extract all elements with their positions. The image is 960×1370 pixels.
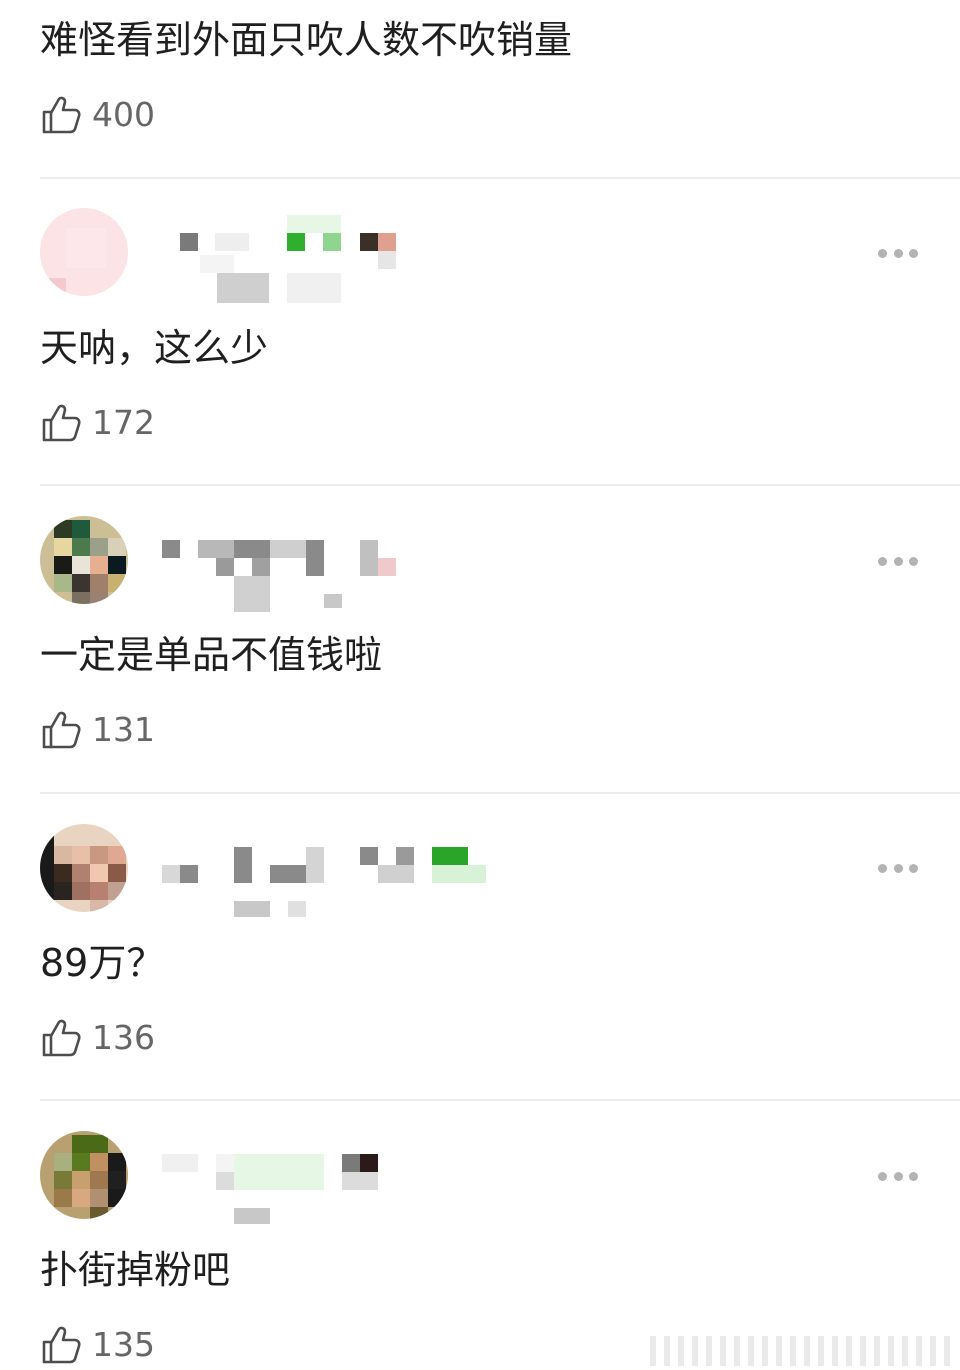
more-dots-icon[interactable]: [878, 1171, 918, 1181]
thumbs-up-icon: [42, 711, 81, 749]
divider: [40, 792, 960, 794]
comment-text: 难怪看到外面只吹人数不吹销量: [40, 18, 573, 62]
comment-text: 天呐，这么少: [40, 326, 269, 370]
more-dots-icon[interactable]: [878, 863, 918, 873]
like-count: 400: [92, 95, 155, 134]
username-redacted: [160, 843, 490, 923]
divider: [40, 1099, 960, 1101]
comment-feed: 难怪看到外面只吹人数不吹销量 400 天呐，这么少 172 一定是单品不值钱啦 …: [0, 0, 960, 1370]
divider: [40, 484, 960, 486]
like-count: 135: [92, 1325, 155, 1364]
thumbs-up-icon: [42, 404, 81, 442]
comment-text: 一定是单品不值钱啦: [40, 633, 383, 677]
thumbs-up-icon: [42, 1326, 81, 1364]
more-dots-icon[interactable]: [878, 556, 918, 566]
avatar[interactable]: [40, 1131, 128, 1219]
like-count: 136: [92, 1018, 155, 1057]
thumbs-up-icon: [42, 96, 81, 134]
username-redacted: [165, 215, 405, 303]
comment-text: 89万？: [40, 941, 165, 985]
username-redacted: [160, 1150, 390, 1230]
like-button[interactable]: 135: [40, 1322, 155, 1368]
watermark: [650, 1336, 950, 1366]
like-count: 172: [92, 403, 155, 442]
avatar[interactable]: [40, 516, 128, 604]
avatar[interactable]: [40, 824, 128, 912]
username-redacted: [160, 535, 410, 615]
like-button[interactable]: 136: [40, 1015, 155, 1061]
like-button[interactable]: 172: [40, 400, 155, 446]
like-count: 131: [92, 710, 155, 749]
divider: [40, 177, 960, 179]
like-button[interactable]: 400: [40, 92, 155, 138]
thumbs-up-icon: [42, 1019, 81, 1057]
more-dots-icon[interactable]: [878, 248, 918, 258]
like-button[interactable]: 131: [40, 707, 155, 753]
avatar[interactable]: [40, 208, 128, 296]
comment-text: 扑街掉粉吧: [40, 1248, 231, 1292]
